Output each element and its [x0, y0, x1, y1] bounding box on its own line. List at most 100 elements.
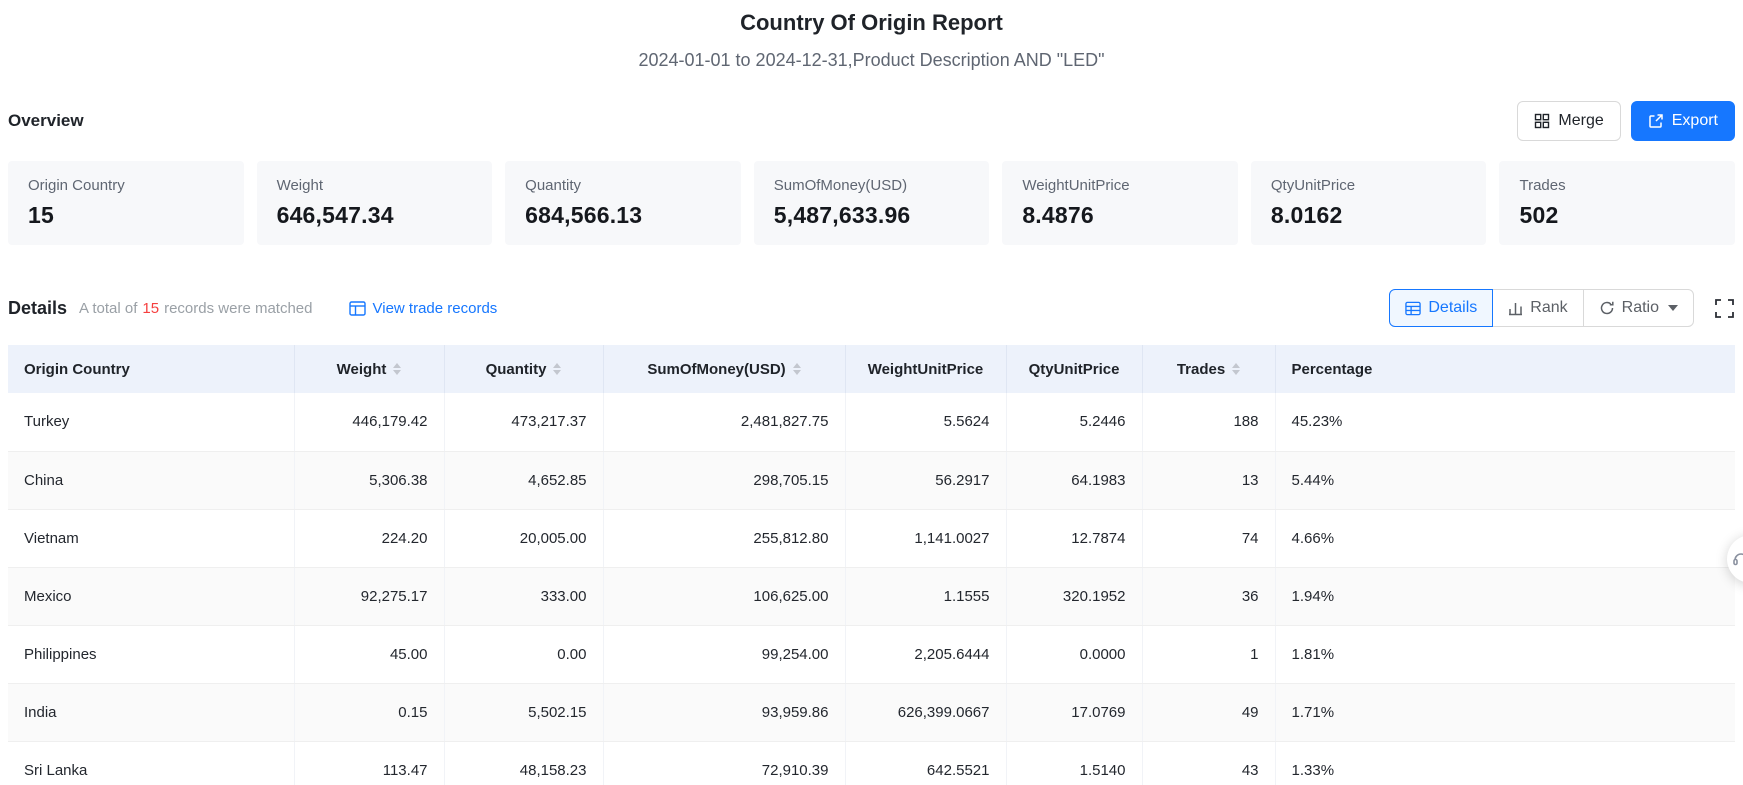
fullscreen-icon [1714, 298, 1735, 319]
sort-asc-icon [393, 363, 401, 368]
sort-desc-icon [553, 370, 561, 375]
sort-icon[interactable] [793, 363, 801, 375]
table-cell: 1.94% [1275, 567, 1735, 625]
details-bar: Details A total of 15 records were match… [8, 289, 1735, 327]
chevron-down-icon [1668, 305, 1678, 311]
view-trade-records-link[interactable]: View trade records [349, 300, 498, 317]
table-cell: 473,217.37 [444, 393, 603, 451]
table-cell: 49 [1142, 683, 1275, 741]
table-cell: 2,481,827.75 [603, 393, 845, 451]
table-cell: 113.47 [294, 741, 444, 785]
column-header-label: WeightUnitPrice [868, 361, 984, 378]
table-cell: 1.5140 [1006, 741, 1142, 785]
overview-cards: Origin Country15 Weight 646,547.34 Quantity… [8, 161, 1735, 245]
table-head: Origin Country Weight Quantity SumOfMoney(U… [8, 345, 1735, 393]
overview-bar: Overview Merge [8, 101, 1735, 141]
column-header-content: Percentage [1292, 361, 1720, 378]
sort-icon[interactable] [1232, 363, 1240, 375]
table-cell: 17.0769 [1006, 683, 1142, 741]
column-header-content: Weight [311, 361, 428, 378]
table-cell: 56.2917 [845, 451, 1006, 509]
stat-card-value: 15 [28, 202, 224, 229]
matched-suffix: records were matched [164, 300, 312, 317]
column-header-weight[interactable]: Weight [294, 345, 444, 393]
column-header-content: SumOfMoney(USD) [620, 361, 829, 378]
table-cell: 45.00 [294, 625, 444, 683]
table-cell: 74 [1142, 509, 1275, 567]
column-header-content: QtyUnitPrice [1023, 361, 1126, 378]
sort-desc-icon [793, 370, 801, 375]
column-header-trades[interactable]: Trades [1142, 345, 1275, 393]
sort-icon[interactable] [393, 363, 401, 375]
export-icon [1648, 113, 1664, 129]
export-button[interactable]: Export [1631, 101, 1735, 141]
table-cell: 92,275.17 [294, 567, 444, 625]
stat-card: WeightUnitPrice8.4876 [1002, 161, 1238, 245]
table-cell: 0.0000 [1006, 625, 1142, 683]
column-header-quantity[interactable]: Quantity [444, 345, 603, 393]
sort-asc-icon [553, 363, 561, 368]
stat-card-label: Weight [277, 177, 473, 194]
table-row: Mexico92,275.17333.00106,625.001.1555320… [8, 567, 1735, 625]
column-header-qtyunitprice: QtyUnitPrice [1006, 345, 1142, 393]
table-cell: 4.66% [1275, 509, 1735, 567]
table-cell: 255,812.80 [603, 509, 845, 567]
column-header-sumofmoney-usd[interactable]: SumOfMoney(USD) [603, 345, 845, 393]
table-cell: 48,158.23 [444, 741, 603, 785]
table-cell: 642.5521 [845, 741, 1006, 785]
table-cell: 1.1555 [845, 567, 1006, 625]
table-cell: 43 [1142, 741, 1275, 785]
stat-card: Origin Country15 [8, 161, 244, 245]
tab-rank[interactable]: Rank [1492, 289, 1583, 327]
table-cell: 106,625.00 [603, 567, 845, 625]
table-cell: 446,179.42 [294, 393, 444, 451]
stat-card-label: Quantity [525, 177, 721, 194]
table-cell: 5.5624 [845, 393, 1006, 451]
tab-ratio[interactable]: Ratio [1583, 289, 1694, 327]
column-header-label: Origin Country [24, 361, 130, 378]
sort-desc-icon [1232, 370, 1240, 375]
export-button-label: Export [1672, 112, 1718, 130]
overview-actions: Merge Export [1517, 101, 1735, 141]
table-cell: 93,959.86 [603, 683, 845, 741]
table-cell: 12.7874 [1006, 509, 1142, 567]
column-header-label: Quantity [486, 361, 547, 378]
column-header-label: SumOfMoney(USD) [647, 361, 785, 378]
rank-icon [1508, 301, 1523, 316]
stat-card: QtyUnitPrice8.0162 [1251, 161, 1487, 245]
sort-asc-icon [1232, 363, 1240, 368]
table-cell: 5,502.15 [444, 683, 603, 741]
table-cell: 320.1952 [1006, 567, 1142, 625]
table-cell: Mexico [8, 567, 294, 625]
merge-button[interactable]: Merge [1517, 101, 1620, 141]
stat-card-value: 8.4876 [1022, 202, 1218, 229]
column-header-label: QtyUnitPrice [1029, 361, 1120, 378]
column-header-label: Percentage [1292, 361, 1373, 378]
table-cell: 13 [1142, 451, 1275, 509]
stat-card-value: 502 [1519, 202, 1715, 229]
overview-section-label: Overview [8, 111, 84, 131]
table-body: Turkey446,179.42473,217.372,481,827.755.… [8, 393, 1735, 785]
table-cell: 0.15 [294, 683, 444, 741]
page-title: Country Of Origin Report [8, 10, 1735, 36]
table-cell: 5.2446 [1006, 393, 1142, 451]
stat-card: Quantity 684,566.13 [505, 161, 741, 245]
table-row: Vietnam224.2020,005.00255,812.801,141.00… [8, 509, 1735, 567]
table-cell: 298,705.15 [603, 451, 845, 509]
trade-records-icon [349, 301, 366, 316]
tab-details[interactable]: Details [1389, 289, 1493, 327]
sort-icon[interactable] [553, 363, 561, 375]
stat-card-value: 684,566.13 [525, 202, 721, 229]
view-switcher: Details Rank [1389, 289, 1735, 327]
report-subtitle: 2024-01-01 to 2024-12-31,Product Descrip… [8, 50, 1735, 71]
details-grid-icon [1405, 301, 1421, 316]
view-mode-group: Details Rank [1389, 289, 1694, 327]
table-cell: 188 [1142, 393, 1275, 451]
fullscreen-button[interactable] [1714, 298, 1735, 319]
table-cell: 0.00 [444, 625, 603, 683]
table-cell: 99,254.00 [603, 625, 845, 683]
column-header-origin-country: Origin Country [8, 345, 294, 393]
table-cell: 72,910.39 [603, 741, 845, 785]
stat-card-value: 646,547.34 [277, 202, 473, 229]
stat-card-value: 5,487,633.96 [774, 202, 970, 229]
